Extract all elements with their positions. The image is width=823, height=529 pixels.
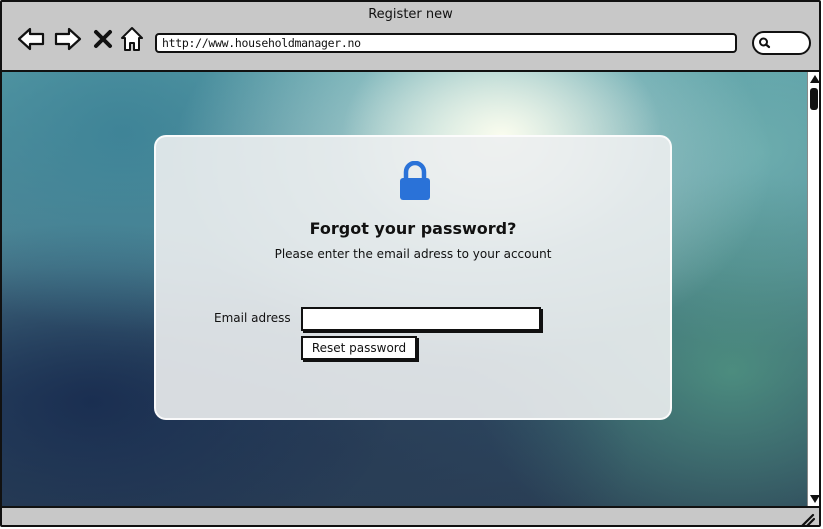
arrow-left-icon (17, 27, 45, 51)
vertical-scrollbar[interactable] (807, 72, 819, 506)
page-title: Forgot your password? (309, 219, 517, 238)
address-bar[interactable]: http://www.householdmanager.no (155, 33, 737, 53)
email-field[interactable] (301, 307, 541, 331)
page-subtitle: Please enter the email adress to your ac… (274, 247, 552, 261)
home-button[interactable] (117, 24, 147, 54)
email-label: Email adress (214, 311, 291, 325)
reset-password-button[interactable]: Reset password (301, 336, 417, 360)
lock-icon (400, 161, 430, 200)
status-bar (2, 506, 819, 527)
scroll-up-button[interactable] (810, 74, 819, 84)
x-icon (94, 30, 112, 48)
browser-toolbar: Register new http://www.householdmanager… (2, 2, 819, 72)
window-title: Register new (368, 7, 453, 22)
triangle-down-icon (810, 495, 819, 503)
scroll-thumb[interactable] (810, 88, 818, 110)
browser-window: Register new http://www.householdmanager… (0, 0, 821, 527)
page-viewport: Forgot your password? Please enter the e… (2, 72, 807, 506)
resize-grip-icon[interactable] (799, 511, 815, 527)
forward-button[interactable] (53, 24, 83, 54)
stop-button[interactable] (88, 24, 118, 54)
search-icon (759, 37, 771, 49)
back-button[interactable] (16, 24, 46, 54)
triangle-up-icon (810, 75, 819, 83)
browser-search-field[interactable] (752, 31, 811, 55)
scroll-down-button[interactable] (810, 494, 819, 504)
home-icon (121, 27, 143, 51)
forgot-password-card: Forgot your password? Please enter the e… (154, 135, 672, 420)
arrow-right-icon (54, 27, 82, 51)
